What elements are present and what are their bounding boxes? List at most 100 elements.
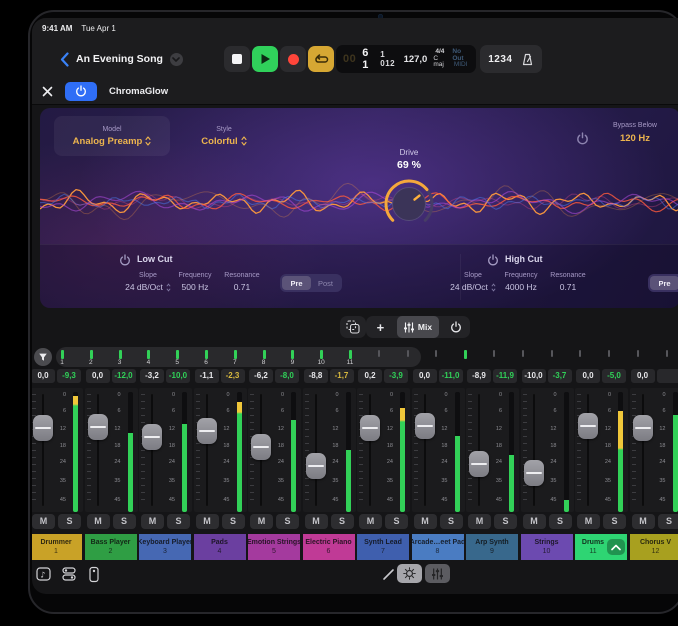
mixer-view-button[interactable] <box>425 564 450 583</box>
mute-button[interactable]: M <box>468 514 491 529</box>
solo-button[interactable]: S <box>58 514 81 529</box>
play-button[interactable] <box>252 46 278 72</box>
solo-button[interactable]: S <box>385 514 408 529</box>
high-cut-power-icon[interactable] <box>487 253 499 271</box>
collapse-plugin-chevron[interactable] <box>607 539 625 555</box>
song-menu-chevron-icon[interactable] <box>170 53 183 66</box>
track-name-band[interactable]: Electric Piano 6 <box>303 534 355 560</box>
duplicate-button[interactable] <box>340 316 366 338</box>
mute-button[interactable]: M <box>141 514 164 529</box>
track-name-band[interactable]: Drummer 1 <box>32 534 82 560</box>
overview-tick <box>205 350 208 359</box>
mute-button[interactable]: M <box>523 514 546 529</box>
fader-scale-label: 6 <box>539 408 557 414</box>
solo-button[interactable]: S <box>494 514 517 529</box>
low-cut-resonance[interactable]: Resonance 0.71 <box>210 272 274 292</box>
high-cut-resonance[interactable]: Resonance 0.71 <box>536 272 600 292</box>
mix-button[interactable]: Mix <box>397 316 439 338</box>
channel-fader[interactable]: 061218243545 <box>32 388 83 512</box>
level-control[interactable]: Level 0.0 <box>654 122 678 144</box>
track-name-band[interactable]: Arcade…eet Pad 8 <box>412 534 464 560</box>
fader-handle[interactable] <box>306 453 326 479</box>
track-name-band[interactable]: Drums 11 <box>575 534 627 560</box>
track-name-band[interactable]: Bass Player 2 <box>85 534 137 560</box>
controls-view-button[interactable] <box>397 564 422 583</box>
plugins-button[interactable] <box>59 564 79 584</box>
mute-button[interactable]: M <box>632 514 655 529</box>
fader-scale-label: 6 <box>48 408 66 414</box>
mute-button[interactable]: M <box>250 514 273 529</box>
channel-power-button[interactable] <box>441 316 470 338</box>
high-cut-pre-post-toggle[interactable]: Pre Post <box>648 274 678 292</box>
mute-button[interactable]: M <box>196 514 219 529</box>
low-cut-pre-post-toggle[interactable]: Pre Post <box>280 274 342 292</box>
close-icon[interactable] <box>42 86 53 97</box>
channel-fader[interactable]: 061218243545 <box>85 388 138 512</box>
solo-button[interactable]: S <box>658 514 678 529</box>
solo-button[interactable]: S <box>440 514 463 529</box>
bypass-power-icon[interactable] <box>576 132 589 150</box>
solo-button[interactable]: S <box>603 514 626 529</box>
fader-scale-label: 6 <box>212 408 230 414</box>
filter-button[interactable] <box>34 348 52 366</box>
channel-overview-ruler[interactable]: 1234567891011 <box>32 347 678 369</box>
channel-fader[interactable]: 061218243545 <box>357 388 410 512</box>
model-selector[interactable]: Model Analog Preamp <box>54 116 170 156</box>
solo-button[interactable]: S <box>167 514 190 529</box>
record-button[interactable] <box>280 46 306 72</box>
track-name-band[interactable]: Chorus V 12 <box>630 534 678 560</box>
channel-fader[interactable]: 061218243545 <box>194 388 247 512</box>
track-name-band[interactable]: Pads 4 <box>194 534 246 560</box>
style-selector[interactable]: Style Colorful <box>178 116 270 156</box>
song-title[interactable]: An Evening Song <box>76 53 163 65</box>
channel-fader[interactable]: 061218243545 <box>466 388 519 512</box>
channel-fader[interactable]: 061218243545 <box>248 388 301 512</box>
mute-button[interactable]: M <box>87 514 110 529</box>
solo-button[interactable]: S <box>222 514 245 529</box>
mute-button[interactable]: M <box>305 514 328 529</box>
channel-peak-value: -11,0 <box>439 369 463 383</box>
edit-button[interactable] <box>378 564 398 584</box>
post-option[interactable]: Post <box>311 276 340 290</box>
channel-fader[interactable]: 061218243545 <box>630 388 678 512</box>
solo-button[interactable]: S <box>113 514 136 529</box>
track-name-band[interactable]: Emotion Strings 5 <box>248 534 300 560</box>
mute-button[interactable]: M <box>577 514 600 529</box>
count-in-button[interactable]: 1234 <box>488 54 512 65</box>
overview-tick <box>234 350 237 359</box>
channel-strip: 0,0 061218243545 M S Chorus V 12 <box>630 368 678 560</box>
plugin-power-button[interactable] <box>65 82 97 101</box>
lcd-display[interactable]: 00 6 1 1 012 127,0 4/4 C maj No Out MIDI <box>336 45 476 73</box>
pre-option[interactable]: Pre <box>650 276 678 290</box>
mute-button[interactable]: M <box>414 514 437 529</box>
mute-button[interactable]: M <box>359 514 382 529</box>
solo-button[interactable]: S <box>549 514 572 529</box>
track-number: 7 <box>381 548 385 556</box>
browsers-button[interactable]: ♪ <box>34 564 54 584</box>
overview-tick <box>147 350 150 359</box>
channel-fader[interactable]: 061218243545 <box>139 388 192 512</box>
track-name-band[interactable]: Arp Synth 9 <box>466 534 518 560</box>
channel-fader[interactable]: 061218243545 <box>521 388 574 512</box>
lcd-dim-prefix: 00 <box>343 53 356 65</box>
play-surfaces-button[interactable] <box>84 564 104 584</box>
low-cut-power-icon[interactable] <box>119 253 131 271</box>
style-value: Colorful <box>201 136 237 147</box>
back-chevron-icon[interactable] <box>60 52 69 67</box>
pre-option[interactable]: Pre <box>282 276 311 290</box>
fader-scale-label: 12 <box>212 426 230 432</box>
solo-button[interactable]: S <box>331 514 354 529</box>
mute-button[interactable]: M <box>32 514 55 529</box>
solo-button[interactable]: S <box>276 514 299 529</box>
track-name-band[interactable]: Strings 10 <box>521 534 573 560</box>
drive-knob[interactable] <box>379 174 439 234</box>
track-name-band[interactable]: Synth Lead 7 <box>357 534 409 560</box>
channel-fader[interactable]: 061218243545 <box>303 388 356 512</box>
metronome-button[interactable] <box>521 53 534 66</box>
stop-button[interactable] <box>224 46 250 72</box>
cycle-button[interactable] <box>308 46 334 72</box>
channel-fader[interactable]: 061218243545 <box>412 388 465 512</box>
add-plugin-button[interactable]: + <box>366 316 395 338</box>
channel-fader[interactable]: 061218243545 <box>575 388 628 512</box>
track-name-band[interactable]: Keyboard Player 3 <box>139 534 191 560</box>
